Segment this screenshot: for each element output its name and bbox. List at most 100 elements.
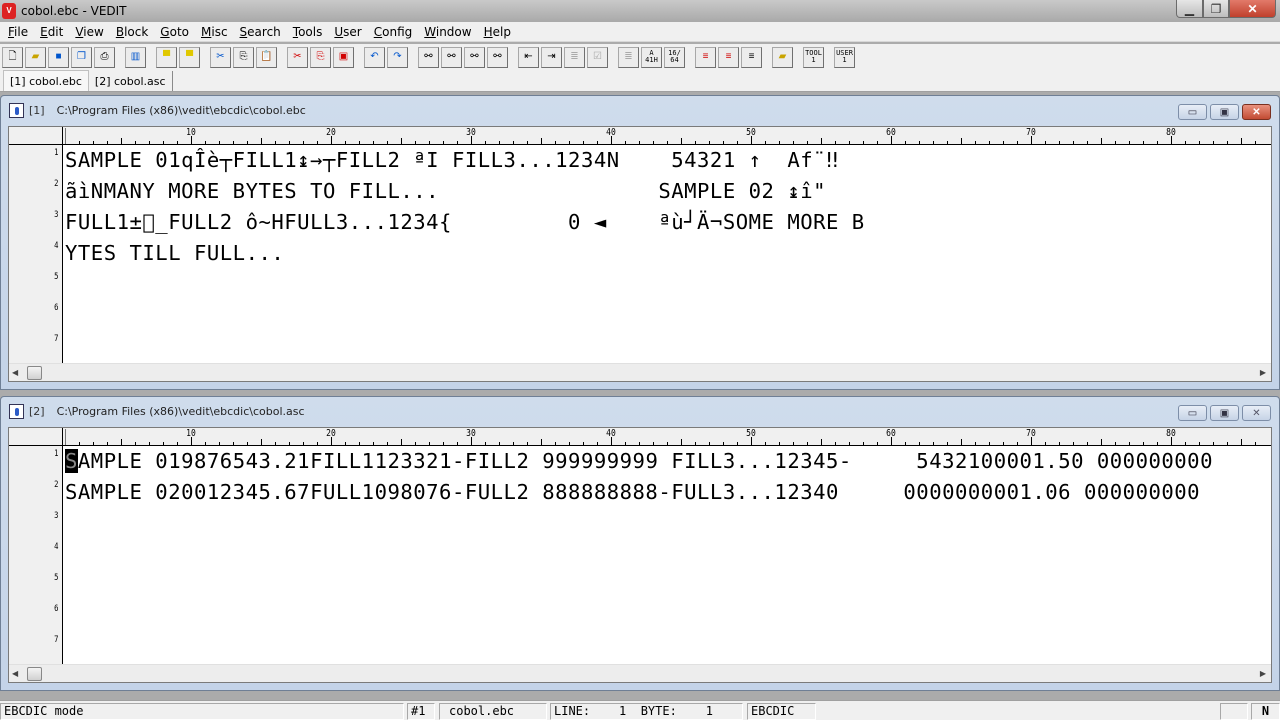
menu-help[interactable]: Help bbox=[478, 25, 517, 39]
menu-tools[interactable]: Tools bbox=[287, 25, 329, 39]
outdent-button[interactable]: ⇤ bbox=[518, 46, 539, 68]
lines-button[interactable]: ≡ bbox=[741, 46, 762, 68]
tab-cobol-asc[interactable]: [2] cobol.asc bbox=[89, 71, 173, 91]
paste-button[interactable]: 📋 bbox=[256, 46, 277, 68]
undo-button[interactable]: ↶ bbox=[364, 46, 385, 68]
redo-button[interactable]: ↷ bbox=[387, 46, 408, 68]
scroll-right-icon[interactable]: ▶ bbox=[1260, 368, 1266, 377]
line-number: 7 bbox=[53, 635, 58, 645]
copy-button[interactable]: ⎘ bbox=[233, 46, 254, 68]
scroll-left-icon[interactable]: ◀ bbox=[12, 368, 18, 377]
ruler-label: 70 bbox=[1026, 127, 1036, 138]
new-file-button[interactable]: 🗋 bbox=[2, 46, 23, 68]
line-number: 5 bbox=[53, 272, 58, 282]
menu-config[interactable]: Config bbox=[368, 25, 419, 39]
maximize-icon: ▣ bbox=[1219, 407, 1230, 419]
line-number: 4 bbox=[53, 542, 58, 552]
spell-check-button[interactable]: ☑ bbox=[587, 46, 608, 68]
paste-scratch-button[interactable]: ▣ bbox=[333, 46, 354, 68]
tool-1-button[interactable]: TOOL 1 bbox=[803, 46, 824, 68]
find-next-button[interactable]: ⚯ bbox=[464, 46, 485, 68]
indent-button[interactable]: ⇥ bbox=[541, 46, 562, 68]
ruler-tick bbox=[779, 442, 780, 445]
text-area[interactable]: SAMPLE 01qÎè┬FILL1↨→┬FILL2 ªI FILL3...12… bbox=[64, 145, 1271, 363]
split-window-button[interactable]: ▥ bbox=[125, 46, 146, 68]
tool-1-icon: TOOL 1 bbox=[805, 49, 822, 64]
menu-goto[interactable]: Goto bbox=[154, 25, 195, 39]
text-area[interactable]: SAMPLE 019876543.21FILL1123321-FILL2 999… bbox=[64, 446, 1271, 664]
ruler-tick bbox=[163, 442, 164, 445]
ruler-tick bbox=[345, 442, 346, 445]
menu-file[interactable]: File bbox=[2, 25, 34, 39]
tab-cobol-ebc[interactable]: [1] cobol.ebc bbox=[3, 70, 89, 91]
cut-button[interactable]: ✂ bbox=[210, 46, 231, 68]
window-1-minimize-button[interactable]: ▭ bbox=[1178, 104, 1207, 120]
window-1-maximize-button[interactable]: ▣ bbox=[1210, 104, 1239, 120]
menu-edit[interactable]: Edit bbox=[34, 25, 69, 39]
ruler-tick bbox=[541, 439, 542, 445]
scroll-left-icon[interactable]: ◀ bbox=[12, 669, 18, 678]
menu-misc[interactable]: Misc bbox=[195, 25, 234, 39]
menu-accelerator: U bbox=[334, 24, 344, 39]
horizontal-scrollbar[interactable]: ◀ ▶ bbox=[9, 363, 1271, 381]
menu-block[interactable]: Block bbox=[110, 25, 154, 39]
scissors-red-icon: ✂ bbox=[293, 51, 302, 62]
ruler-tick bbox=[1017, 141, 1018, 144]
document-icon[interactable] bbox=[9, 403, 24, 419]
scroll-thumb[interactable] bbox=[27, 366, 42, 380]
window-1-close-button[interactable]: ✕ bbox=[1242, 104, 1271, 120]
ruler-tick bbox=[1017, 442, 1018, 445]
binoculars-replace-icon: ⚯ bbox=[447, 51, 456, 62]
ruler-tick bbox=[247, 141, 248, 144]
status-insert-mode: N bbox=[1251, 703, 1280, 720]
mark-lines-alt-button[interactable]: ≡ bbox=[718, 46, 739, 68]
ruler-tick bbox=[1241, 138, 1242, 144]
window-2-minimize-button[interactable]: ▭ bbox=[1178, 405, 1207, 421]
ruler-tick bbox=[1045, 141, 1046, 144]
prev-buffer-button[interactable]: ▀ bbox=[156, 46, 177, 68]
copy-scratch-button[interactable]: ⎘ bbox=[310, 46, 331, 68]
find-replace-button[interactable]: ⚯ bbox=[441, 46, 462, 68]
char-code-button[interactable]: A 41H bbox=[641, 46, 662, 68]
justify-button[interactable]: ≣ bbox=[618, 46, 639, 68]
mark-lines-red-button[interactable]: ≡ bbox=[695, 46, 716, 68]
close-button[interactable]: ✕ bbox=[1229, 0, 1276, 18]
line-number: 6 bbox=[53, 303, 58, 313]
column-ruler: 10 20 30 40 50 60 70 80 bbox=[9, 127, 1271, 145]
ruler-tick bbox=[807, 442, 808, 445]
next-buffer-button[interactable]: ▀ bbox=[179, 46, 200, 68]
horizontal-scrollbar[interactable]: ◀ ▶ bbox=[9, 664, 1271, 682]
cut-scratch-button[interactable]: ✂ bbox=[287, 46, 308, 68]
menu-view[interactable]: View bbox=[69, 25, 109, 39]
ruler-tick bbox=[807, 141, 808, 144]
hex-convert-button[interactable]: 16/64 bbox=[664, 46, 685, 68]
scroll-thumb[interactable] bbox=[27, 667, 42, 681]
scroll-right-icon[interactable]: ▶ bbox=[1260, 669, 1266, 678]
ruler-tick bbox=[1157, 141, 1158, 144]
printer-icon: ⎙ bbox=[100, 51, 109, 62]
redo-icon: ↷ bbox=[393, 51, 402, 62]
ruler-tick bbox=[933, 141, 934, 144]
save-all-button[interactable]: ❐ bbox=[71, 46, 92, 68]
format-paragraph-button[interactable]: ≣ bbox=[564, 46, 585, 68]
file-search-button[interactable]: ▰ bbox=[772, 46, 793, 68]
restore-button[interactable]: ❐ bbox=[1203, 0, 1229, 18]
ruler-tick bbox=[667, 442, 668, 445]
vedit-app-icon[interactable]: V bbox=[2, 3, 16, 19]
window-2-close-button[interactable]: ✕ bbox=[1242, 405, 1271, 421]
status-window-number: #1 bbox=[407, 703, 435, 720]
menu-window[interactable]: Window bbox=[418, 25, 477, 39]
menu-search[interactable]: Search bbox=[234, 25, 287, 39]
minimize-button[interactable]: ▁ bbox=[1176, 0, 1203, 18]
find-prev-button[interactable]: ⚯ bbox=[487, 46, 508, 68]
save-file-button[interactable]: ■ bbox=[48, 46, 69, 68]
find-button[interactable]: ⚯ bbox=[418, 46, 439, 68]
window-2-path: C:\Program Files (x86)\vedit\ebcdic\cobo… bbox=[56, 404, 305, 418]
document-icon[interactable] bbox=[9, 102, 24, 118]
print-button[interactable]: ⎙ bbox=[94, 46, 115, 68]
open-file-button[interactable]: ▰ bbox=[25, 46, 46, 68]
user-1-button[interactable]: USER 1 bbox=[834, 46, 855, 68]
window-2-titlebar: [2] C:\Program Files (x86)\vedit\ebcdic\… bbox=[1, 397, 1279, 425]
menu-user[interactable]: User bbox=[328, 25, 367, 39]
window-2-maximize-button[interactable]: ▣ bbox=[1210, 405, 1239, 421]
